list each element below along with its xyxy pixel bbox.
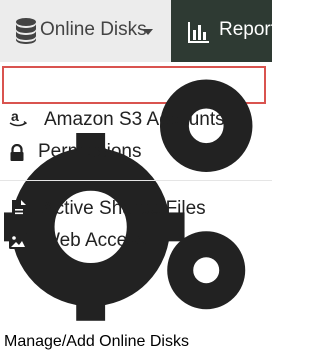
menu-divider [0, 180, 272, 181]
menu-item-active-shared-files[interactable]: Active Shared Files [0, 193, 272, 225]
nav-reports[interactable]: Reports [171, 0, 286, 62]
nav-online-disks[interactable]: Online Disks [0, 0, 171, 62]
top-navbar: Online Disks Reports [0, 0, 286, 62]
caret-down-icon [143, 29, 153, 35]
menu-item-label: Active Shared Files [42, 198, 206, 219]
bar-chart-icon [188, 22, 209, 43]
menu-item-label: Web Access [42, 230, 147, 251]
menu-item-permissions[interactable]: Permissions [0, 136, 272, 168]
nav-online-disks-label: Online Disks [40, 19, 147, 40]
menu-item-manage-add-online-disks[interactable]: Manage/Add Online Disks [0, 66, 266, 350]
menu-item-amazon-s3-accounts[interactable]: a Amazon S3 Accounts [0, 104, 272, 136]
menu-item-label: Permissions [38, 141, 142, 162]
database-icon [16, 18, 36, 44]
menu-item-web-access[interactable]: Web Access [0, 225, 272, 257]
menu-item-label: Manage/Add Online Disks [4, 333, 189, 350]
image-icon [9, 233, 27, 249]
file-icon [12, 200, 26, 218]
lock-icon [10, 144, 24, 161]
svg-text:a: a [11, 110, 19, 124]
nav-reports-label: Reports [219, 19, 286, 40]
amazon-icon: a [9, 110, 27, 127]
online-disks-dropdown-menu: Manage/Add Online Disks a Amazon S3 Acco… [0, 62, 272, 350]
menu-item-label: Amazon S3 Accounts [44, 109, 225, 130]
